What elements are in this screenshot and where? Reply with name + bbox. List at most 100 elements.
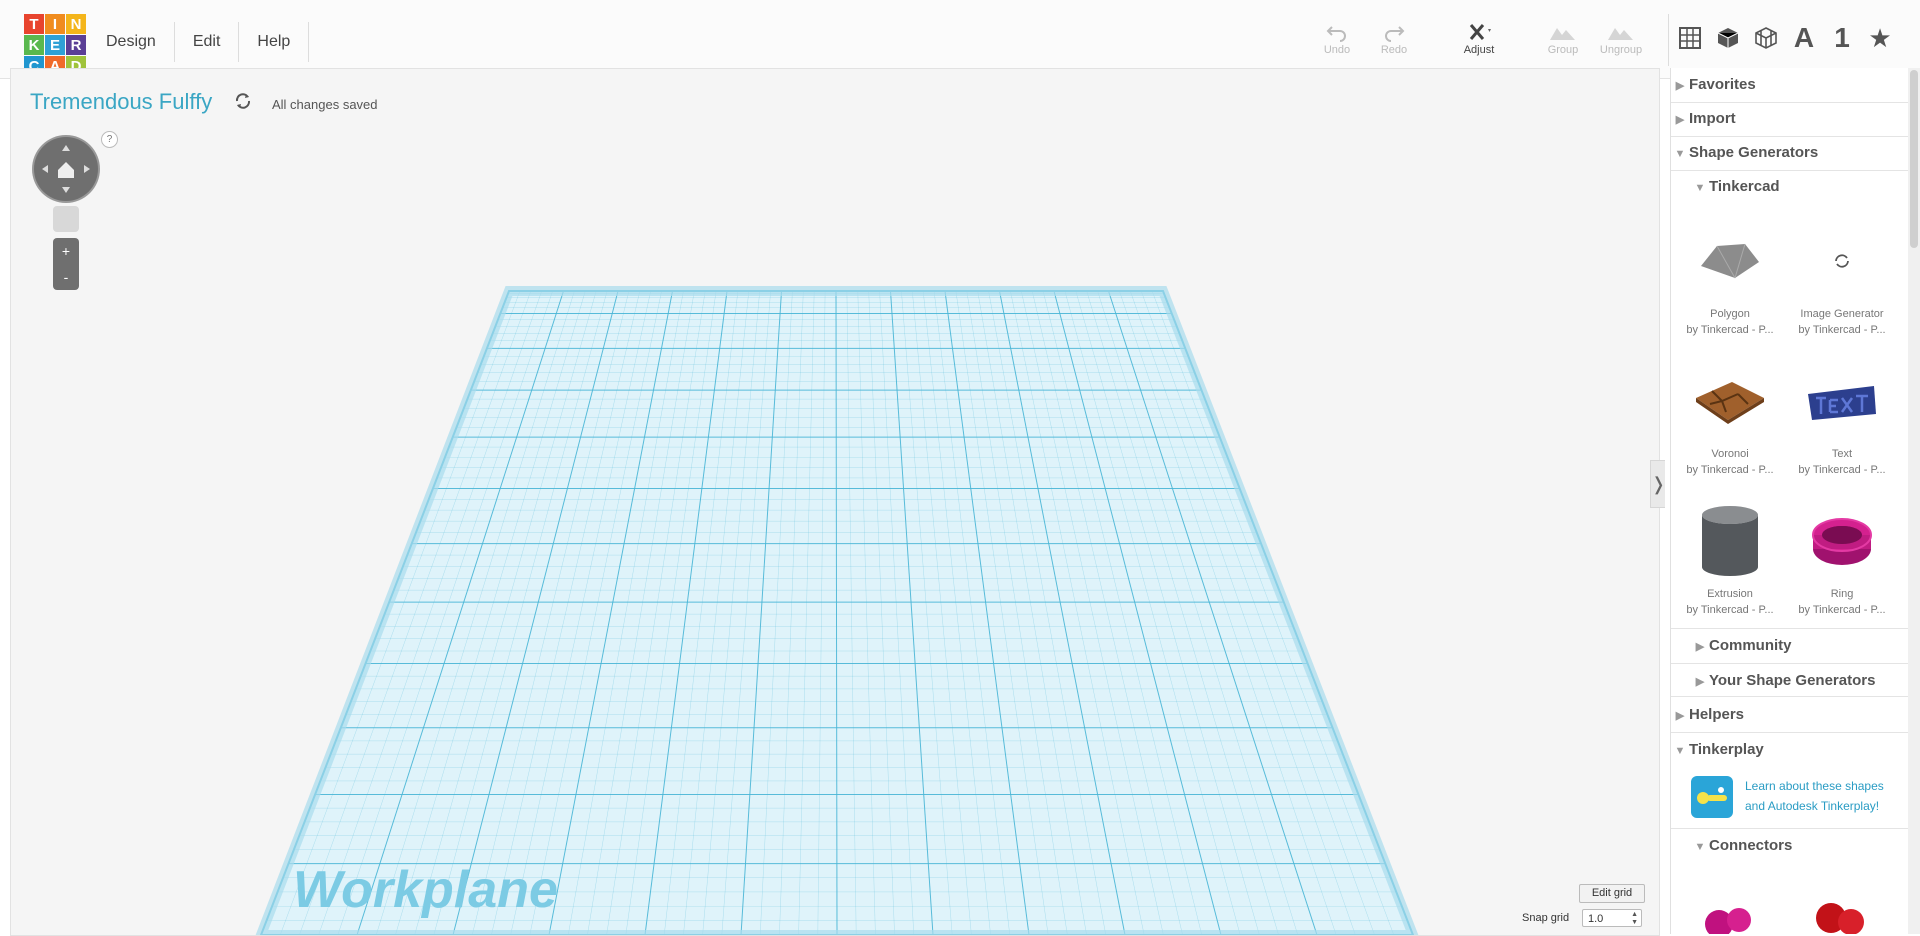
design-title[interactable]: Tremendous Fulffy: [30, 89, 212, 115]
shape-polygon[interactable]: Polygon by Tinkercad - P...: [1675, 216, 1785, 336]
shape-name: Voronoi: [1711, 448, 1749, 460]
menu-design[interactable]: Design: [88, 22, 175, 62]
ring-thumbnail: [1787, 496, 1897, 586]
main-menu: Design Edit Help: [88, 22, 310, 62]
snap-grid-value: 1.0: [1588, 913, 1604, 925]
shape-extrusion[interactable]: Extrusion by Tinkercad - P...: [1675, 496, 1785, 616]
expanded-triangle-icon: ▼: [1694, 182, 1706, 194]
tinkerplay-link-line: Learn about these shapes: [1745, 779, 1884, 793]
undo-icon: [1326, 26, 1346, 42]
section-label: Connectors: [1709, 837, 1793, 854]
section-label: Community: [1709, 637, 1792, 654]
tinkerplay-link-line: and Autodesk Tinkerplay!: [1745, 799, 1880, 813]
zoom-control: + -: [53, 238, 79, 290]
spinner-arrows-icon: ▲ ▼: [1631, 911, 1638, 926]
shape-name: Extrusion: [1707, 588, 1753, 600]
shape-author: by Tinkercad - P...: [1798, 464, 1886, 476]
sidebar-scroll-thumb[interactable]: [1910, 70, 1918, 248]
collapsed-triangle-icon: ▶: [1695, 641, 1705, 653]
undo-label: Undo: [1323, 44, 1351, 56]
view-controls: A 1 ★: [1676, 20, 1894, 56]
adjust-icon: [1469, 24, 1491, 40]
section-community[interactable]: ▶ Community: [1671, 628, 1909, 662]
section-label: Import: [1689, 110, 1736, 127]
collapsed-triangle-icon: ▶: [1695, 676, 1705, 688]
snap-grid-label: Snap grid: [1522, 912, 1570, 924]
view-navigation-control[interactable]: [34, 137, 98, 201]
wireframe-box-icon[interactable]: [1752, 20, 1780, 56]
redo-button[interactable]: Redo: [1364, 22, 1424, 56]
menu-help[interactable]: Help: [239, 22, 310, 62]
voronoi-thumbnail: [1675, 356, 1785, 446]
section-label: Your Shape Generators: [1709, 672, 1876, 689]
shapes-sidebar: ▶ Favorites ▶ Import ▼ Shape Generators ▼ Ti…: [1670, 68, 1909, 934]
section-label: Helpers: [1689, 706, 1745, 723]
workplane-label: Workplane: [293, 861, 558, 919]
sync-icon: [235, 93, 251, 109]
shape-ring[interactable]: Ring by Tinkercad - P...: [1787, 496, 1897, 616]
tinkercad-logo[interactable]: T I N K E R C A D: [24, 14, 86, 76]
section-your-shape-generators[interactable]: ▶ Your Shape Generators: [1671, 663, 1909, 697]
redo-icon: [1385, 26, 1405, 42]
section-tinkerplay[interactable]: ▼ Tinkerplay: [1671, 733, 1909, 767]
shape-name: Polygon: [1710, 308, 1750, 320]
number-tool-icon[interactable]: 1: [1828, 20, 1856, 56]
shape-author: by Tinkercad - P...: [1798, 604, 1886, 616]
solid-box-icon[interactable]: [1714, 20, 1742, 56]
ungroup-icon: [1608, 28, 1633, 40]
tinkerplay-link[interactable]: Learn about these shapes and Autodesk Ti…: [1745, 776, 1884, 816]
perspective-toggle[interactable]: [53, 206, 79, 232]
collapse-sidebar-button[interactable]: ❭: [1650, 460, 1666, 508]
expanded-triangle-icon: ▼: [1674, 148, 1686, 160]
ungroup-button[interactable]: Ungroup: [1591, 22, 1651, 56]
section-connectors[interactable]: ▼ Connectors: [1671, 828, 1909, 862]
shape-voronoi[interactable]: Voronoi by Tinkercad - P...: [1675, 356, 1785, 476]
section-label: Shape Generators: [1689, 144, 1819, 161]
tinkerplay-info[interactable]: Learn about these shapes and Autodesk Ti…: [1691, 774, 1901, 818]
group-icon: [1550, 28, 1575, 40]
snap-grid-select[interactable]: 1.0 ▲ ▼: [1582, 909, 1642, 927]
section-label: Tinkerplay: [1689, 741, 1764, 758]
section-helpers[interactable]: ▶ Helpers: [1671, 698, 1909, 733]
zoom-in-button[interactable]: +: [53, 238, 79, 264]
logo-letter: R: [66, 35, 86, 55]
group-button[interactable]: Group: [1533, 22, 1593, 56]
text-shape-thumbnail: [1787, 356, 1897, 446]
menu-edit[interactable]: Edit: [175, 22, 240, 62]
shape-name: Ring: [1830, 588, 1854, 600]
shape-connector-magenta[interactable]: [1675, 888, 1785, 934]
help-icon[interactable]: ?: [101, 131, 118, 148]
zoom-out-button[interactable]: -: [53, 264, 79, 290]
3d-viewport[interactable]: Workplane: [10, 68, 1660, 936]
text-tool-icon[interactable]: A: [1790, 20, 1818, 56]
polygon-thumbnail: [1675, 216, 1785, 306]
shape-author: by Tinkercad - P...: [1686, 324, 1774, 336]
grid-view-icon[interactable]: [1676, 20, 1704, 56]
logo-letter: N: [66, 14, 86, 34]
section-label: Tinkercad: [1709, 178, 1780, 195]
workplane-grid[interactable]: Workplane: [11, 69, 1659, 935]
ungroup-label: Ungroup: [1599, 44, 1643, 56]
edit-grid-button[interactable]: Edit grid: [1579, 884, 1645, 903]
adjust-button[interactable]: Adjust: [1449, 22, 1509, 56]
extrusion-thumbnail: [1675, 496, 1785, 586]
expanded-triangle-icon: ▼: [1674, 745, 1686, 757]
loading-spinner-icon: [1787, 216, 1897, 306]
undo-button[interactable]: Undo: [1307, 22, 1367, 56]
star-icon[interactable]: ★: [1866, 20, 1894, 56]
redo-label: Redo: [1380, 44, 1408, 56]
toolbar-divider: [1668, 14, 1669, 66]
section-tinkercad[interactable]: ▼ Tinkercad: [1671, 170, 1909, 204]
section-favorites[interactable]: ▶ Favorites: [1671, 68, 1909, 103]
collapsed-triangle-icon: ▶: [1675, 114, 1685, 126]
shape-text[interactable]: Text by Tinkercad - P...: [1787, 356, 1897, 476]
logo-letter: T: [24, 14, 44, 34]
logo-letter: K: [24, 35, 44, 55]
logo-letter: I: [45, 14, 65, 34]
section-import[interactable]: ▶ Import: [1671, 102, 1909, 137]
shape-connector-red[interactable]: [1787, 888, 1897, 934]
group-label: Group: [1547, 44, 1579, 56]
shape-image-generator[interactable]: Image Generator by Tinkercad - P...: [1787, 216, 1897, 336]
section-shape-generators[interactable]: ▼ Shape Generators: [1671, 136, 1909, 171]
section-label: Favorites: [1689, 76, 1756, 93]
